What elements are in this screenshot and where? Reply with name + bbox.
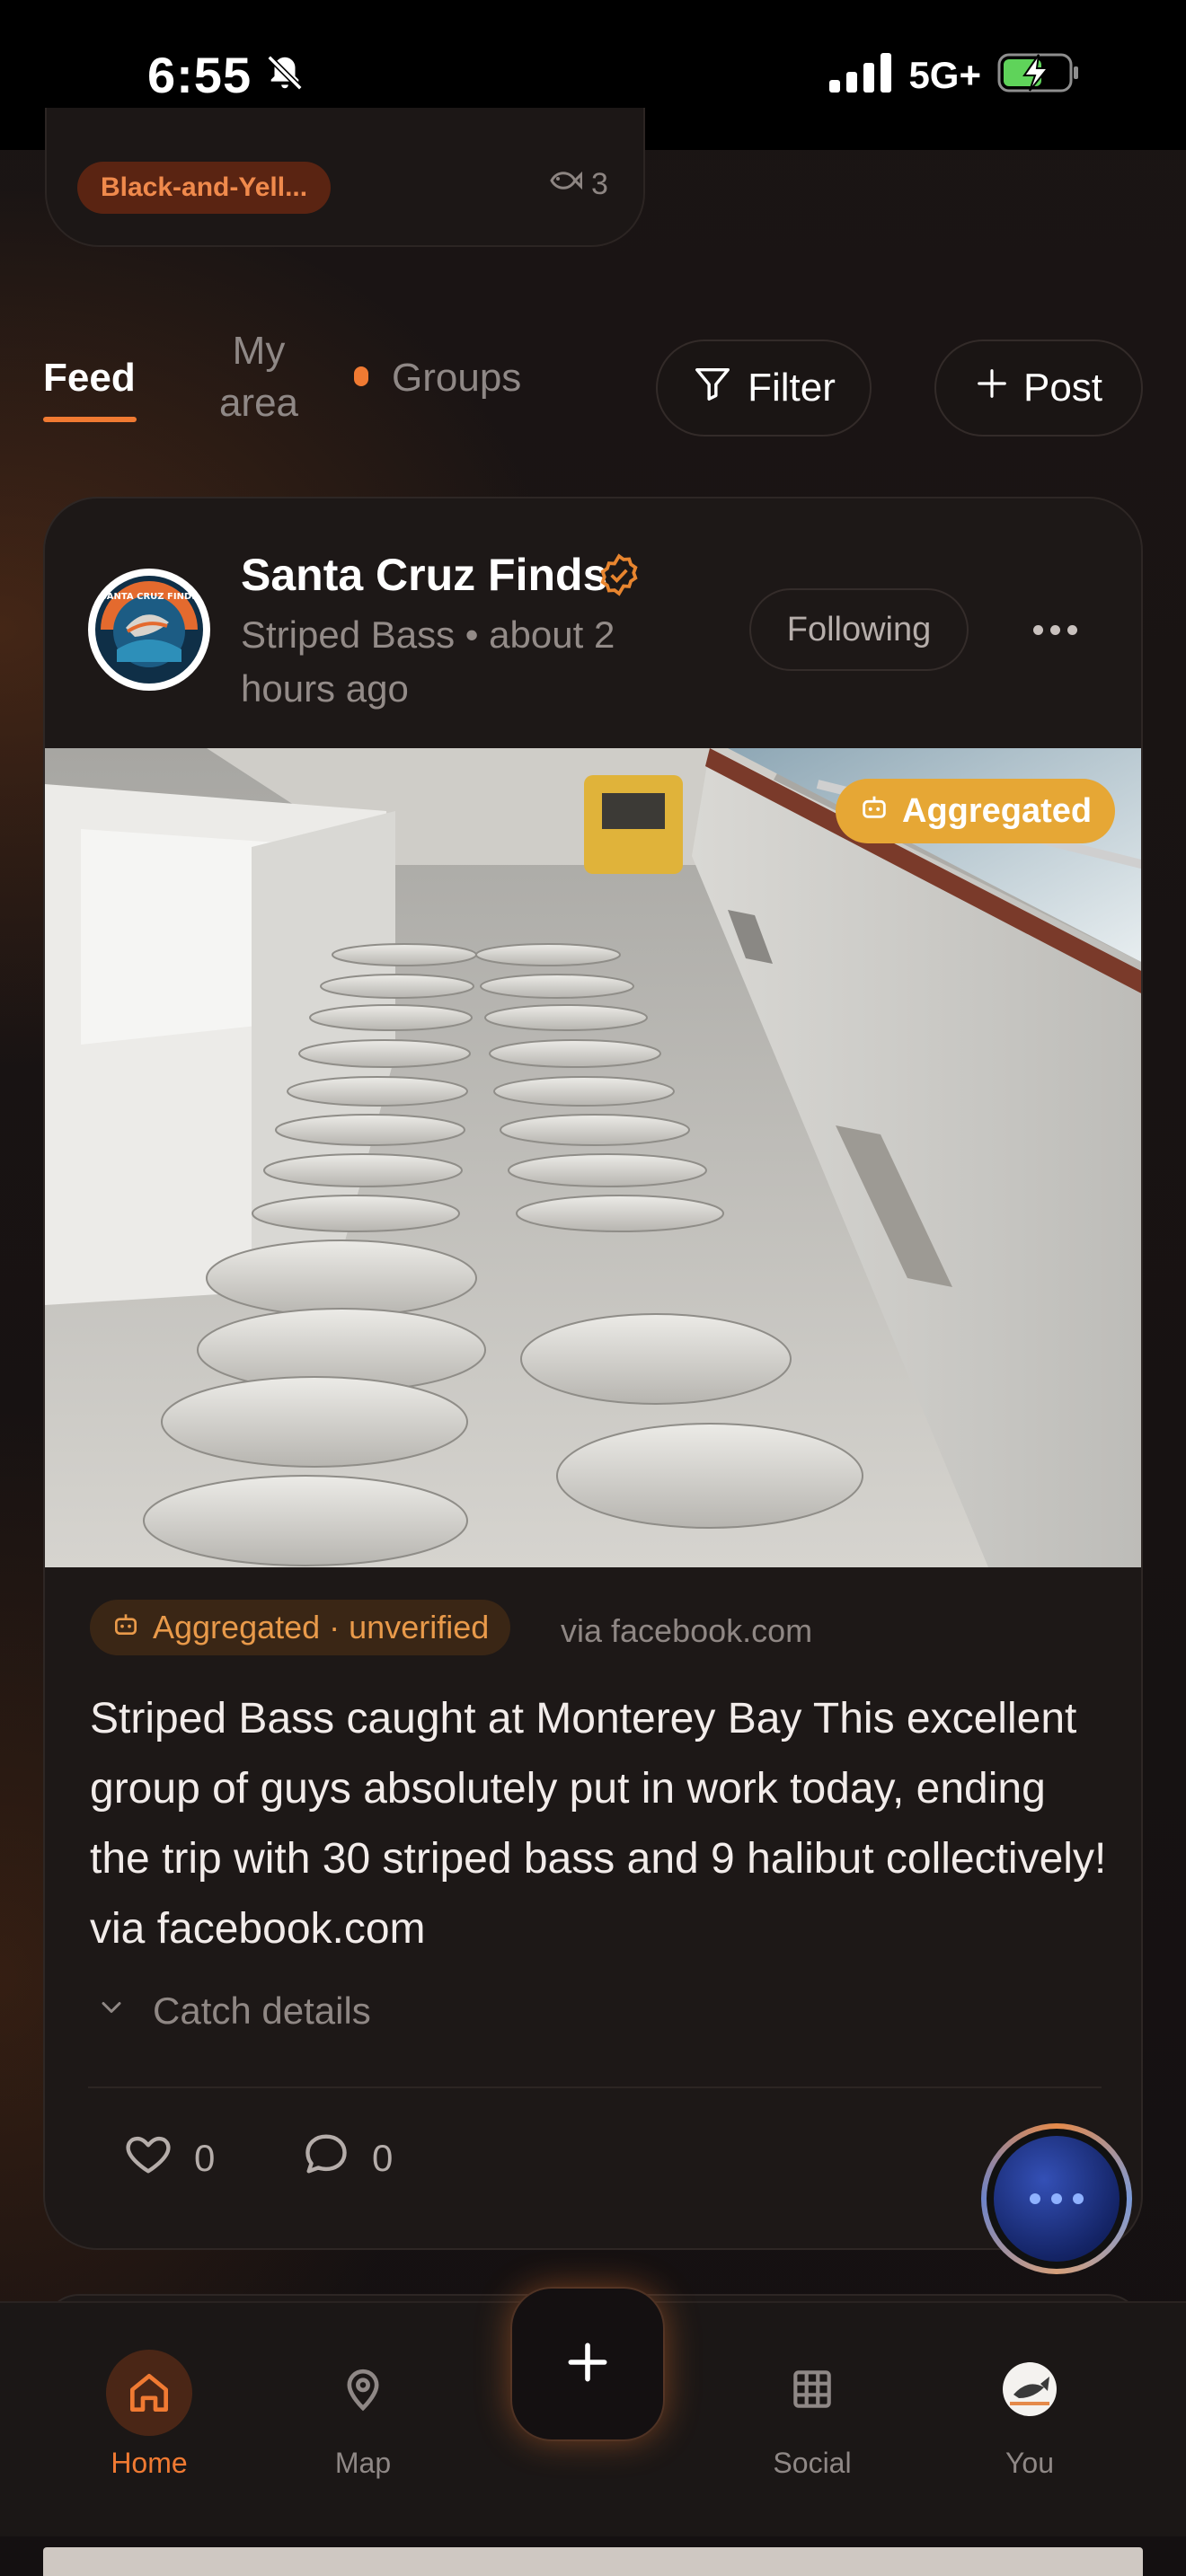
- author-avatar[interactable]: SANTA CRUZ FINDS: [88, 569, 210, 691]
- app-screen: 6:55 5G+ Black-and-Yell... 3 Feed My are…: [0, 0, 1186, 2576]
- comment-count: 0: [372, 2137, 394, 2179]
- catch-details-label: Catch details: [153, 1989, 371, 2032]
- assistant-orb-icon: [994, 2136, 1120, 2262]
- comment-button[interactable]: 0: [300, 2128, 393, 2189]
- nav-you-label: You: [1005, 2447, 1054, 2479]
- bell-slash-icon: [264, 52, 305, 98]
- source-status-label: Aggregated · unverified: [153, 1609, 490, 1645]
- filter-icon: [692, 363, 733, 414]
- profile-avatar: [1001, 2360, 1058, 2425]
- aggregated-badge: Aggregated: [836, 779, 1116, 843]
- map-pin-icon: [338, 2364, 388, 2422]
- post-card: SANTA CRUZ FINDS Santa Cruz Finds Stripe…: [43, 497, 1143, 2250]
- post-photo[interactable]: [45, 748, 1141, 1567]
- catch-count: 3: [548, 167, 608, 202]
- plus-icon: [975, 366, 1009, 410]
- meta-separator: •: [465, 613, 490, 656]
- species-chip[interactable]: Black-and-Yell...: [77, 162, 332, 214]
- catch-count-value: 3: [591, 167, 608, 201]
- nav-social[interactable]: Social: [722, 2348, 902, 2480]
- comment-icon: [300, 2128, 352, 2189]
- heart-icon: [122, 2128, 174, 2189]
- tab-feed[interactable]: Feed: [43, 352, 137, 422]
- assistant-button[interactable]: [981, 2123, 1132, 2274]
- source-status-chip: Aggregated · unverified: [90, 1600, 511, 1655]
- following-button[interactable]: Following: [749, 588, 969, 671]
- verified-icon: [597, 552, 642, 602]
- svg-text:SANTA CRUZ FINDS: SANTA CRUZ FINDS: [101, 592, 199, 602]
- more-icon[interactable]: [1024, 599, 1085, 660]
- post-species: Striped Bass: [241, 613, 456, 656]
- nav-map[interactable]: Map: [273, 2348, 453, 2480]
- tab-feed-label: Feed: [43, 356, 136, 400]
- nav-home[interactable]: Home: [59, 2348, 239, 2480]
- aggregated-badge-label: Aggregated: [902, 791, 1093, 830]
- nav-social-label: Social: [773, 2447, 852, 2479]
- new-activity-dot: [354, 366, 368, 386]
- post-body: Striped Bass caught at Monterey Bay This…: [90, 1695, 1107, 1953]
- nav-you[interactable]: You: [940, 2348, 1120, 2480]
- author-name[interactable]: Santa Cruz Finds: [241, 549, 607, 601]
- post-label: Post: [1022, 366, 1103, 410]
- next-post-photo: [43, 2547, 1143, 2576]
- catch-details-toggle[interactable]: Catch details: [95, 1989, 371, 2033]
- tab-groups-label: Groups: [392, 356, 522, 400]
- tab-my-area[interactable]: My area: [205, 325, 313, 429]
- robot-icon: [859, 791, 890, 831]
- filter-label: Filter: [748, 366, 836, 410]
- plus-icon: [562, 2337, 613, 2392]
- status-time: 6:55: [147, 47, 252, 103]
- tab-my-area-label: My area: [218, 329, 299, 425]
- robot-icon: [111, 1609, 140, 1646]
- home-icon: [106, 2350, 192, 2436]
- battery-charging-icon: [997, 51, 1080, 99]
- grid-icon: [787, 2364, 837, 2422]
- signal-icon: [829, 53, 892, 97]
- divider: [88, 2086, 1102, 2088]
- chevron-down-icon: [95, 1989, 128, 2033]
- active-tab-indicator: [43, 417, 137, 422]
- create-button[interactable]: [512, 2289, 663, 2439]
- nav-map-label: Map: [334, 2447, 392, 2479]
- like-button[interactable]: 0: [122, 2128, 215, 2189]
- tab-groups[interactable]: Groups: [392, 352, 521, 404]
- source-link[interactable]: via facebook.com: [561, 1612, 812, 1650]
- network-type: 5G+: [908, 53, 981, 96]
- fish-icon: [548, 167, 583, 202]
- nav-home-label: Home: [111, 2447, 188, 2479]
- new-post-button[interactable]: Post: [934, 340, 1143, 437]
- filter-button[interactable]: Filter: [656, 340, 872, 437]
- post-meta: Striped Bass • about 2 hours ago: [241, 608, 672, 716]
- like-count: 0: [194, 2137, 216, 2179]
